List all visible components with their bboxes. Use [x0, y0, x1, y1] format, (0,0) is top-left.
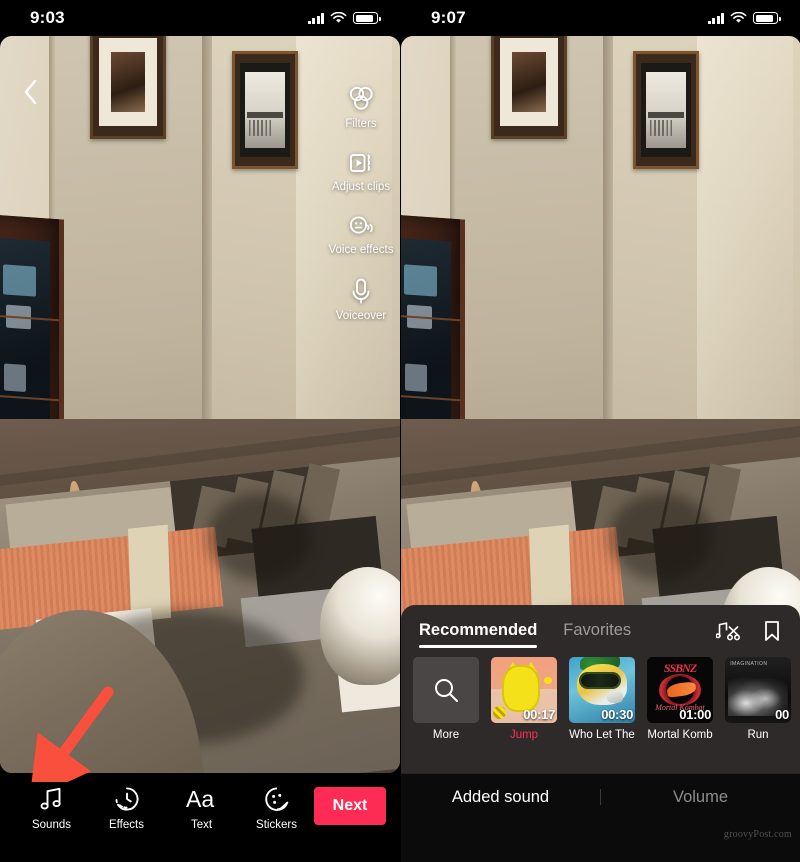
sound-card[interactable]: More [413, 657, 479, 741]
wall-picture-right [232, 51, 298, 170]
left-video-preview[interactable]: Filters Adjust clips Voice effects Voice… [0, 36, 400, 773]
music-note-icon [40, 787, 61, 810]
status-time: 9:03 [30, 8, 65, 27]
microphone-icon [352, 278, 370, 304]
left-phone-screen: 9:03 Filters Adjust clips Voice effects … [0, 0, 400, 862]
cellular-bars-icon [707, 12, 724, 24]
tab-recommended[interactable]: Recommended [419, 621, 538, 648]
bottom-tool-label: Effects [109, 819, 144, 831]
sound-duration: 00 [775, 707, 789, 722]
tab-favorites[interactable]: Favorites [563, 621, 631, 648]
sound-card-list: More 00:17 Jump 00:30 Who Let The SSBNZ … [401, 649, 800, 741]
cellular-bars-icon [307, 12, 324, 24]
tool-label: Filters [345, 118, 377, 130]
sound-name: Mortal Komb [647, 729, 713, 741]
sound-thumbnail[interactable]: IMAGINATION 00 [725, 657, 791, 723]
sound-mode-tabs: Added sound Volume [401, 774, 800, 820]
wall-picture-left [90, 36, 166, 140]
bottom-tool-effects[interactable]: Effects [89, 785, 164, 831]
sound-thumbnail[interactable] [413, 657, 479, 723]
status-icon-group [707, 12, 781, 24]
tool-adjust-clips[interactable]: Adjust clips [328, 149, 394, 194]
tool-filters[interactable]: Filters [328, 84, 394, 131]
sound-card[interactable]: SSBNZ Mortal Kombat 01:00 Mortal Komb [647, 657, 713, 741]
tab-volume[interactable]: Volume [601, 788, 800, 807]
wifi-icon [330, 12, 347, 23]
effects-clock-icon [115, 787, 138, 811]
status-time: 9:07 [431, 8, 466, 27]
sound-panel-tabs: Recommended Favorites [401, 605, 800, 649]
sound-name: Who Let The [569, 729, 635, 741]
sound-thumbnail[interactable]: SSBNZ Mortal Kombat 01:00 [647, 657, 713, 723]
editor-tools-row: Sounds Effects Aa Text Stickers [14, 785, 314, 831]
search-icon [435, 679, 458, 702]
tool-label: Adjust clips [331, 181, 391, 194]
right-status-bar: 9:07 [401, 0, 800, 36]
status-icon-group [307, 12, 381, 24]
adjust-clips-icon [350, 154, 371, 173]
back-button[interactable] [12, 74, 48, 110]
sound-card[interactable]: 00:17 Jump [491, 657, 557, 741]
left-status-bar: 9:03 [0, 0, 400, 36]
svg-text:Aa: Aa [186, 786, 214, 812]
sound-name: More [432, 729, 460, 741]
watermark: groovyPost.com [723, 829, 792, 840]
sound-thumbnail[interactable]: 00:17 [491, 657, 557, 723]
chevron-left-icon [24, 79, 36, 105]
sound-duration: 00:30 [601, 707, 633, 722]
sound-duration: 01:00 [679, 707, 711, 722]
bottom-tool-label: Stickers [256, 819, 297, 831]
tool-label: Voice effects [328, 244, 394, 257]
sound-panel-actions [716, 619, 782, 649]
bottom-tool-label: Text [190, 819, 213, 831]
music-scissors-icon[interactable] [716, 620, 740, 642]
battery-icon [353, 12, 381, 24]
sound-duration: 00:17 [523, 707, 555, 722]
sound-card[interactable]: 00:30 Who Let The [569, 657, 635, 741]
battery-icon [753, 12, 781, 24]
bottom-tool-label: Sounds [31, 819, 71, 831]
editor-tool-rail: Filters Adjust clips Voice effects Voice… [328, 84, 394, 323]
tool-voice-effects[interactable]: Voice effects [328, 212, 394, 257]
next-button[interactable]: Next [314, 787, 386, 825]
tool-label: Voiceover [335, 309, 387, 322]
screenshot-root: 9:03 Filters Adjust clips Voice effects … [0, 0, 800, 862]
sound-picker-panel: Recommended Favorites More 00:17 Jump 00… [401, 605, 800, 773]
text-aa-icon: Aa [186, 786, 214, 812]
voice-effects-icon [349, 216, 373, 234]
wall-picture-right [633, 51, 699, 170]
bottom-tool-stickers[interactable]: Stickers [239, 785, 314, 831]
sound-name: Run [747, 729, 769, 741]
wall-picture-left [491, 36, 567, 140]
sound-thumbnail[interactable]: 00:30 [569, 657, 635, 723]
right-bottom-bar: Added sound Volume groovyPost.com [401, 773, 800, 862]
filters-icon [349, 86, 373, 110]
tool-voiceover[interactable]: Voiceover [328, 276, 394, 323]
sound-card[interactable]: IMAGINATION 00 Run [725, 657, 791, 741]
bookmark-icon[interactable] [762, 619, 782, 643]
bottom-tool-text[interactable]: Aa Text [164, 785, 239, 831]
bottom-tool-sounds[interactable]: Sounds [14, 785, 89, 831]
tab-added-sound[interactable]: Added sound [401, 788, 600, 807]
left-bottom-toolbar: Sounds Effects Aa Text Stickers Next [0, 773, 400, 862]
wifi-icon [730, 12, 747, 23]
sound-name: Jump [509, 729, 539, 741]
right-phone-screen: 9:07 Recommended Favorites More 00:17 Ju… [400, 0, 800, 862]
sticker-smiley-icon [264, 787, 288, 811]
